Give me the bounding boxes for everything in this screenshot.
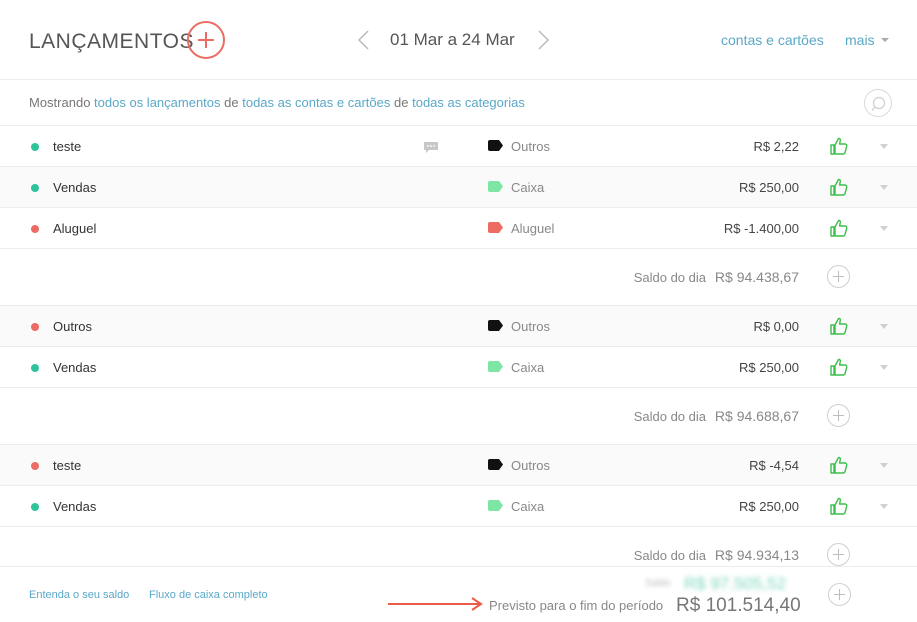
thumbs-up-icon[interactable]: [829, 357, 849, 377]
filter-categories-link[interactable]: todas as categorias: [412, 95, 525, 110]
forecast-label: Previsto para o fim do período: [489, 598, 664, 613]
row-menu-chevron-icon[interactable]: [880, 463, 888, 468]
tag-icon: [488, 140, 503, 151]
status-dot: [31, 225, 39, 233]
tag-icon: [488, 459, 503, 470]
row-menu-chevron-icon[interactable]: [880, 324, 888, 329]
entry-category: Caixa: [511, 360, 545, 375]
understand-balance-link[interactable]: Entenda o seu saldo: [29, 589, 129, 601]
entry-amount: R$ 250,00: [739, 180, 799, 195]
add-entry-footer-plus-icon[interactable]: [828, 583, 851, 606]
arrow-right-icon: [388, 597, 483, 611]
entry-category: Caixa: [511, 499, 545, 514]
previous-period-button[interactable]: [356, 30, 372, 50]
more-label: mais: [845, 32, 875, 48]
status-dot: [31, 184, 39, 192]
comment-icon[interactable]: [423, 141, 439, 153]
day-balance-value: R$ 94.934,13: [714, 547, 799, 563]
entry-description[interactable]: Vendas: [53, 360, 96, 375]
add-entry-button[interactable]: [187, 21, 225, 59]
row-menu-chevron-icon[interactable]: [880, 185, 888, 190]
add-entry-day-plus-icon[interactable]: [827, 543, 850, 566]
entry-row[interactable]: Vendas Caixa R$ 250,00: [0, 167, 917, 208]
filter-entries-link[interactable]: todos os lançamentos: [94, 95, 220, 110]
entry-description[interactable]: Aluguel: [53, 221, 96, 236]
status-dot: [31, 503, 39, 511]
thumbs-up-icon[interactable]: [829, 316, 849, 336]
filter-bar: Mostrando todos os lançamentos de todas …: [0, 80, 917, 126]
entry-category: Outros: [511, 139, 551, 154]
entry-row[interactable]: Vendas Caixa R$ 250,00: [0, 486, 917, 527]
entry-amount: R$ 2,22: [753, 139, 799, 154]
entry-row[interactable]: teste Outros R$ -4,54: [0, 445, 917, 486]
day-balance-row: Saldo do dia R$ 94.688,67: [0, 388, 917, 445]
tag-icon: [488, 222, 503, 233]
chevron-left-icon: [357, 30, 369, 50]
day-balance-label: Saldo do dia: [633, 409, 706, 424]
filter-accounts-link[interactable]: todas as contas e cartões: [242, 95, 390, 110]
page-title: LANÇAMENTOS: [29, 30, 194, 53]
entry-category: Caixa: [511, 180, 545, 195]
thumbs-up-icon[interactable]: [829, 496, 849, 516]
entry-category: Outros: [511, 458, 551, 473]
tag-icon: [488, 181, 503, 192]
status-dot: [31, 143, 39, 151]
status-dot: [31, 462, 39, 470]
entry-amount: R$ -1.400,00: [723, 221, 799, 236]
header: LANÇAMENTOS 01 Mar a 24 Mar contas e car…: [0, 0, 917, 80]
full-cashflow-link[interactable]: Fluxo de caixa completo: [149, 589, 268, 601]
entry-description[interactable]: Vendas: [53, 499, 96, 514]
row-menu-chevron-icon[interactable]: [880, 365, 888, 370]
search-icon: [871, 96, 886, 111]
add-entry-day-plus-icon[interactable]: [827, 265, 850, 288]
filter-of: de: [394, 95, 409, 110]
filter-prefix: Mostrando: [29, 95, 91, 110]
entry-category: Aluguel: [511, 221, 555, 236]
entry-row[interactable]: teste Outros R$ 2,22: [0, 126, 917, 167]
current-balance-value: R$ 97.505,52: [684, 574, 787, 593]
entry-category: Outros: [511, 319, 551, 334]
day-balance-value: R$ 94.688,67: [714, 408, 799, 424]
chevron-right-icon: [538, 30, 550, 50]
filter-summary: Mostrando todos os lançamentos de todas …: [29, 95, 525, 110]
next-period-button[interactable]: [535, 30, 551, 50]
day-balance-label: Saldo do dia: [633, 270, 706, 285]
search-button[interactable]: [864, 89, 892, 117]
filter-of: de: [224, 95, 239, 110]
thumbs-up-icon[interactable]: [829, 136, 849, 156]
entry-description[interactable]: Vendas: [53, 180, 96, 195]
status-dot: [31, 323, 39, 331]
row-menu-chevron-icon[interactable]: [880, 504, 888, 509]
row-menu-chevron-icon[interactable]: [880, 144, 888, 149]
entry-description[interactable]: Outros: [53, 319, 92, 334]
add-entry-day-plus-icon[interactable]: [827, 404, 850, 427]
thumbs-up-icon[interactable]: [829, 455, 849, 475]
entry-amount: R$ 250,00: [739, 499, 799, 514]
date-range[interactable]: 01 Mar a 24 Mar: [390, 30, 515, 50]
status-dot: [31, 364, 39, 372]
footer: Entenda o seu saldo Fluxo de caixa compl…: [0, 566, 917, 622]
entry-amount: R$ 250,00: [739, 360, 799, 375]
chevron-down-icon: [880, 38, 889, 42]
tag-icon: [488, 361, 503, 372]
entry-amount: R$ -4,54: [749, 458, 799, 473]
forecast-value: R$ 101.514,40: [676, 595, 801, 616]
current-balance-label: Saldo: [645, 578, 671, 589]
entry-description[interactable]: teste: [53, 458, 81, 473]
accounts-cards-link[interactable]: contas e cartões: [721, 32, 824, 48]
tag-icon: [488, 500, 503, 511]
row-menu-chevron-icon[interactable]: [880, 226, 888, 231]
entry-description[interactable]: teste: [53, 139, 81, 154]
entry-row[interactable]: Vendas Caixa R$ 250,00: [0, 347, 917, 388]
more-menu[interactable]: mais: [845, 32, 889, 48]
day-balance-value: R$ 94.438,67: [714, 269, 799, 285]
thumbs-up-icon[interactable]: [829, 177, 849, 197]
thumbs-up-icon[interactable]: [829, 218, 849, 238]
entry-amount: R$ 0,00: [753, 319, 799, 334]
entry-row[interactable]: Aluguel Aluguel R$ -1.400,00: [0, 208, 917, 249]
day-balance-row: Saldo do dia R$ 94.438,67: [0, 249, 917, 306]
tag-icon: [488, 320, 503, 331]
day-balance-label: Saldo do dia: [633, 548, 706, 563]
entry-row[interactable]: Outros Outros R$ 0,00: [0, 306, 917, 347]
